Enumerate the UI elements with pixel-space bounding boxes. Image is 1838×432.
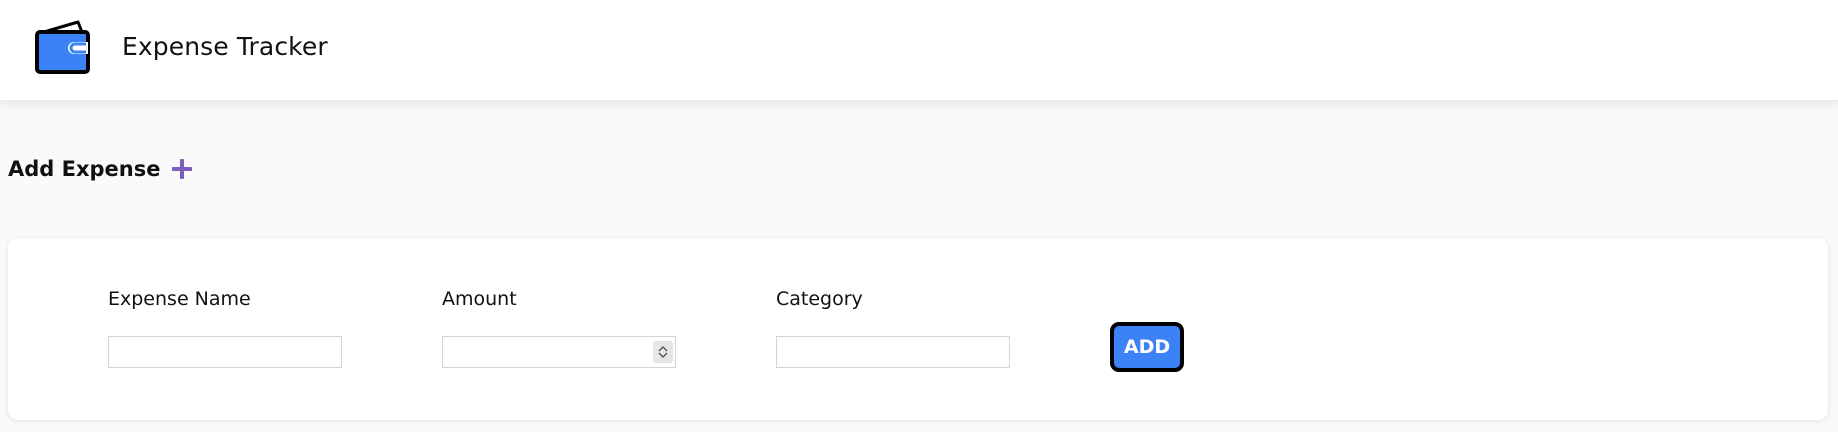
category-input[interactable] <box>776 336 1010 368</box>
wallet-icon <box>35 20 90 74</box>
add-expense-heading: Add Expense <box>8 154 193 184</box>
plus-icon[interactable] <box>171 158 193 180</box>
category-label: Category <box>776 288 863 310</box>
expense-form: Expense Name Amount Category ADD <box>8 238 1828 420</box>
section-title: Add Expense <box>8 157 161 181</box>
chevron-down-icon[interactable] <box>658 352 668 359</box>
amount-input[interactable] <box>442 336 676 368</box>
app-header: Expense Tracker <box>0 0 1838 101</box>
amount-field-group: Amount <box>442 286 676 368</box>
add-button[interactable]: ADD <box>1110 322 1184 372</box>
expense-name-input[interactable] <box>108 336 342 368</box>
amount-stepper[interactable] <box>653 341 673 363</box>
app-title: Expense Tracker <box>122 32 328 61</box>
expense-name-label: Expense Name <box>108 288 251 310</box>
expense-name-field-group: Expense Name <box>108 286 342 368</box>
category-field-group: Category <box>776 286 1010 368</box>
chevron-up-icon[interactable] <box>658 345 668 352</box>
amount-label: Amount <box>442 288 517 310</box>
